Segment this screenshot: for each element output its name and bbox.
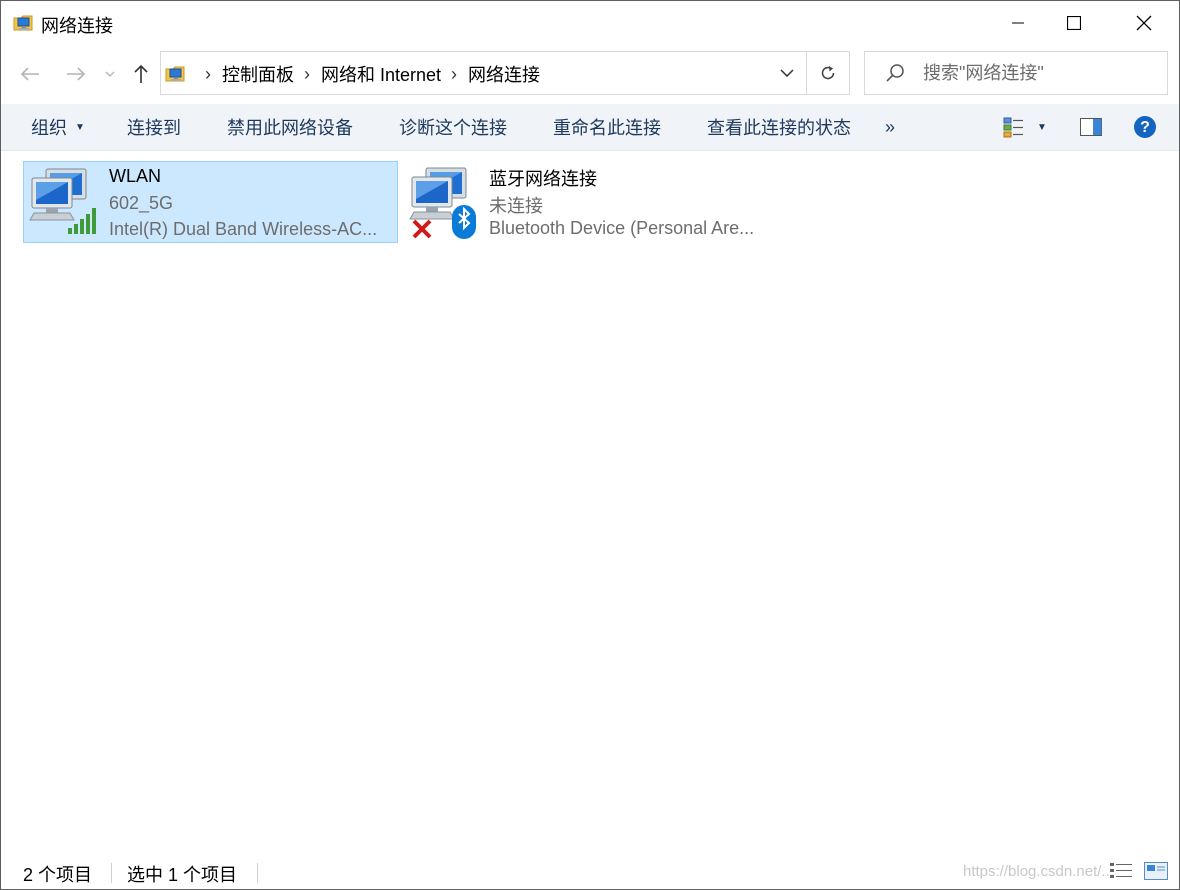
explorer-window: 网络连接 › 控制面板 › 网络和 Internet › 网络连接 搜索"网络连… xyxy=(0,0,1180,890)
tiles-view-button[interactable] xyxy=(1144,861,1168,886)
window-title: 网络连接 xyxy=(41,16,113,36)
disable-device-label: 禁用此网络设备 xyxy=(227,118,353,138)
recent-locations-button[interactable] xyxy=(99,61,121,87)
view-status-button[interactable]: 查看此连接的状态 xyxy=(707,104,851,150)
change-view-button[interactable] xyxy=(1003,104,1025,150)
status-divider xyxy=(111,863,112,883)
wifi-adapter-icon xyxy=(29,168,96,234)
preview-pane-icon xyxy=(1080,118,1102,136)
item-status: 602_5G xyxy=(109,193,174,213)
caret-down-icon: ▼ xyxy=(75,121,85,133)
breadcrumb-chevron-icon[interactable]: › xyxy=(304,64,310,85)
status-divider xyxy=(257,863,258,883)
breadcrumb: › 控制面板 › 网络和 Internet › 网络连接 xyxy=(195,52,540,96)
breadcrumb-network-connections[interactable]: 网络连接 xyxy=(468,61,540,87)
selection-count: 选中 1 个项目 xyxy=(127,865,238,885)
up-button[interactable] xyxy=(128,61,154,87)
watermark-text: https://blog.csdn.net/... xyxy=(963,863,1114,880)
back-button[interactable] xyxy=(17,61,43,87)
breadcrumb-control-panel[interactable]: 控制面板 xyxy=(222,61,294,87)
close-icon xyxy=(1136,15,1152,31)
details-view-icon xyxy=(1110,863,1132,878)
diagnose-label: 诊断这个连接 xyxy=(399,118,507,138)
network-folder-icon xyxy=(165,66,185,82)
item-device: Intel(R) Dual Band Wireless-AC... xyxy=(109,219,378,239)
search-icon xyxy=(886,64,904,82)
disconnected-x-icon xyxy=(412,219,432,239)
arrow-left-icon xyxy=(20,67,39,81)
refresh-button[interactable] xyxy=(807,52,849,94)
minimize-icon xyxy=(1012,22,1024,24)
breadcrumb-chevron-icon[interactable]: › xyxy=(451,64,457,85)
connect-to-button[interactable]: 连接到 xyxy=(127,104,181,150)
view-options-icon xyxy=(1003,117,1023,138)
network-item-wlan[interactable]: WLAN 602_5G Intel(R) Dual Band Wireless-… xyxy=(23,161,398,243)
item-name: WLAN xyxy=(109,166,162,186)
chevron-down-icon xyxy=(105,71,115,77)
breadcrumb-chevron-icon[interactable]: › xyxy=(205,64,211,85)
address-bar[interactable]: › 控制面板 › 网络和 Internet › 网络连接 xyxy=(160,51,850,95)
organize-button[interactable]: 组织 ▼ xyxy=(31,104,85,150)
item-device: Bluetooth Device (Personal Are... xyxy=(489,218,755,238)
diagnose-button[interactable]: 诊断这个连接 xyxy=(399,104,507,150)
arrow-right-icon xyxy=(67,67,86,81)
item-status: 未连接 xyxy=(489,196,543,216)
network-item-bluetooth[interactable]: 蓝牙网络连接 未连接 Bluetooth Device (Personal Ar… xyxy=(404,161,779,243)
rename-label: 重命名此连接 xyxy=(553,118,661,138)
details-view-button[interactable] xyxy=(1109,861,1133,886)
organize-label: 组织 xyxy=(31,118,67,138)
forward-button[interactable] xyxy=(63,61,89,87)
close-button[interactable] xyxy=(1121,1,1167,45)
status-bar: 2 个项目 选中 1 个项目 https://blog.csdn.net/... xyxy=(1,853,1179,889)
search-box[interactable] xyxy=(864,51,1168,95)
search-input[interactable] xyxy=(923,52,1159,94)
svg-text:?: ? xyxy=(1140,119,1150,136)
bluetooth-adapter-icon xyxy=(409,167,476,239)
rename-button[interactable]: 重命名此连接 xyxy=(553,104,661,150)
network-folder-icon xyxy=(13,15,33,31)
address-history-button[interactable] xyxy=(769,52,805,94)
bluetooth-icon xyxy=(452,205,476,239)
maximize-icon xyxy=(1067,16,1081,30)
view-status-label: 查看此连接的状态 xyxy=(707,118,851,138)
item-name: 蓝牙网络连接 xyxy=(489,169,597,189)
arrow-up-icon xyxy=(134,64,148,83)
maximize-button[interactable] xyxy=(1051,1,1097,45)
refresh-icon xyxy=(821,66,835,80)
more-commands-label: » xyxy=(885,116,896,137)
minimize-button[interactable] xyxy=(995,1,1041,45)
command-bar: 组织 ▼ 连接到 禁用此网络设备 诊断这个连接 重命名此连接 查看此连接的状态 … xyxy=(1,104,1179,151)
view-options-dropdown[interactable]: ▼ xyxy=(1037,104,1047,150)
title-bar[interactable]: 网络连接 xyxy=(1,1,1179,45)
caret-down-icon: ▼ xyxy=(1037,121,1047,133)
help-button[interactable]: ? xyxy=(1133,104,1157,150)
disable-device-button[interactable]: 禁用此网络设备 xyxy=(227,104,353,150)
more-commands-button[interactable]: » xyxy=(885,104,895,150)
preview-pane-button[interactable] xyxy=(1080,104,1102,150)
item-count: 2 个项目 xyxy=(23,865,93,885)
connect-to-label: 连接到 xyxy=(127,118,181,138)
breadcrumb-network-internet[interactable]: 网络和 Internet xyxy=(321,61,441,87)
chevron-down-icon xyxy=(780,69,794,77)
help-icon: ? xyxy=(1134,116,1156,138)
tiles-view-icon xyxy=(1144,862,1168,880)
